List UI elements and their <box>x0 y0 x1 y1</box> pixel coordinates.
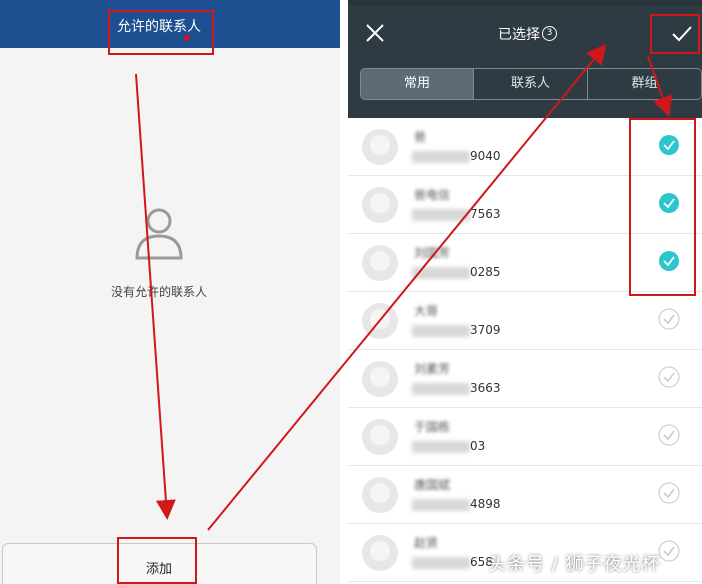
avatar <box>362 535 398 571</box>
phone-blurred <box>412 267 470 279</box>
avatar <box>362 187 398 223</box>
contact-phone: 3709 <box>470 323 501 337</box>
contact-row[interactable]: 大哥 3709 <box>348 292 702 350</box>
avatar <box>362 245 398 281</box>
avatar-inner <box>370 193 390 213</box>
contact-name: 赵贤 <box>414 536 439 550</box>
panel-divider <box>340 0 348 584</box>
check-circle-icon[interactable] <box>658 308 680 330</box>
check-circle-icon[interactable] <box>658 424 680 446</box>
contact-name: 爸电信 <box>414 188 451 202</box>
tab-contacts[interactable]: 联系人 <box>474 69 587 99</box>
avatar-inner <box>370 251 390 271</box>
contact-name: 刘国芳 <box>414 246 451 260</box>
person-icon <box>135 208 183 260</box>
check-circle-icon[interactable] <box>658 366 680 388</box>
avatar-inner <box>370 425 390 445</box>
contact-phone: 3663 <box>470 381 501 395</box>
selected-count-badge: 3 <box>542 26 557 41</box>
watermark: 头条号 / 狮子夜光杯 <box>488 554 661 575</box>
tab-frequent[interactable]: 常用 <box>361 69 473 99</box>
contact-phone: 4898 <box>470 497 501 511</box>
contact-phone: 7563 <box>470 207 501 221</box>
avatar <box>362 303 398 339</box>
contact-name: 爸 <box>414 130 427 144</box>
annotation-checks-box <box>629 118 696 296</box>
avatar <box>362 419 398 455</box>
avatar-inner <box>370 135 390 155</box>
selected-title: 已选择 <box>498 27 540 43</box>
tab-groups[interactable]: 群组 <box>588 69 701 99</box>
avatar <box>362 361 398 397</box>
contact-phone: 9040 <box>470 149 501 163</box>
avatar <box>362 477 398 513</box>
contact-name: 于国栋 <box>414 420 451 434</box>
close-icon[interactable] <box>364 22 386 44</box>
contact-name: 大哥 <box>414 304 439 318</box>
contact-row[interactable]: 于国栋 03 <box>348 408 702 466</box>
avatar-inner <box>370 541 390 561</box>
annotation-add-box <box>117 537 197 584</box>
status-bar <box>348 0 702 6</box>
avatar-inner <box>370 309 390 329</box>
phone-blurred <box>412 383 470 395</box>
contact-name: 唐国斌 <box>414 478 451 492</box>
check-circle-icon[interactable] <box>658 482 680 504</box>
contact-row[interactable]: 唐国斌 4898 <box>348 466 702 524</box>
phone-blurred <box>412 441 470 453</box>
allowed-contacts-panel: 允许的联系人 没有允许的联系人 添加 <box>0 0 340 584</box>
phone-blurred <box>412 499 470 511</box>
annotation-title-box <box>108 10 214 55</box>
contact-name: 刘素芳 <box>414 362 451 376</box>
contact-phone: 0285 <box>470 265 501 279</box>
contact-phone: 03 <box>470 439 486 453</box>
tab-bar: 常用 联系人 群组 <box>360 68 702 100</box>
empty-state-text: 没有允许的联系人 <box>110 285 207 299</box>
picker-header: 已选择 3 常用 联系人 群组 <box>348 0 702 118</box>
avatar-inner <box>370 367 390 387</box>
phone-blurred <box>412 325 470 337</box>
phone-blurred <box>412 151 470 163</box>
avatar <box>362 129 398 165</box>
annotation-confirm-box <box>650 14 700 54</box>
check-circle-icon[interactable] <box>658 540 680 562</box>
phone-blurred <box>412 209 470 221</box>
avatar-inner <box>370 483 390 503</box>
phone-blurred <box>412 557 470 569</box>
contact-row[interactable]: 刘素芳 3663 <box>348 350 702 408</box>
